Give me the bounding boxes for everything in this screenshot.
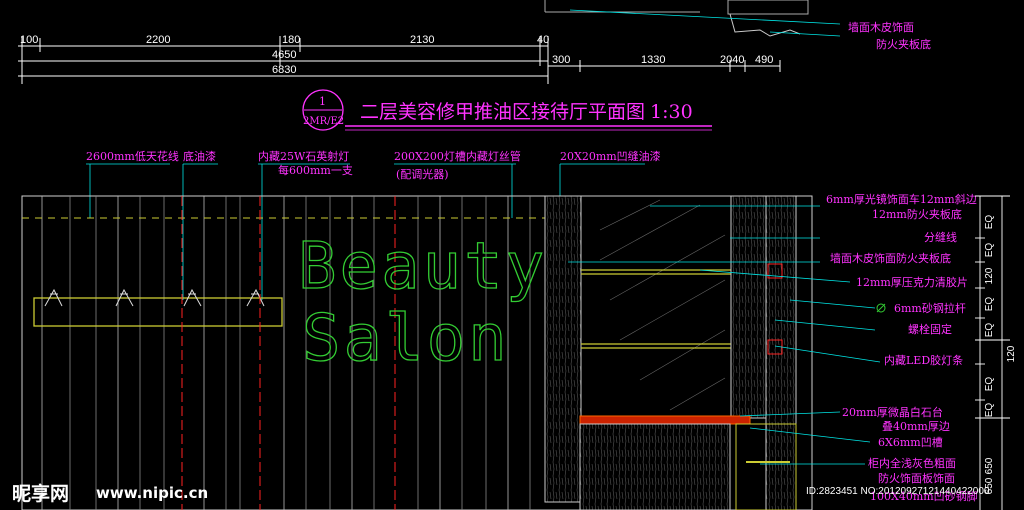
right-note-acrylic: 12mm厚压克力清胶片 <box>856 275 968 289</box>
vertical-dim-label: EQ <box>984 215 995 230</box>
vertical-dim-label: EQ <box>984 243 995 258</box>
right-note-cabinet: 柜内全浅灰色粗面 <box>868 456 956 470</box>
vertical-dim-label: 650 <box>984 457 995 474</box>
top-right-note-1: 墙面木皮饰面 <box>848 20 914 34</box>
title-badge-code: 2MR/E2 <box>303 116 344 127</box>
right-note-groove: 6X6mm凹槽 <box>878 436 943 449</box>
top-dim-100: 100 <box>20 34 38 46</box>
watermark-logo: 昵享网 <box>12 482 69 505</box>
vertical-dim-label: EQ <box>984 377 995 392</box>
right-dim-1330: 1330 <box>641 54 665 66</box>
light-bar <box>33 297 283 327</box>
watermark-id: ID:2823451 NO:20120927121440422000 <box>806 486 990 497</box>
stone-countertop <box>579 415 751 425</box>
note-base-paint: 底油漆 <box>183 149 216 163</box>
drawing-title: 二层美容修甲推油区接待厅平面图 <box>360 101 645 123</box>
cad-drawing: 墙面木皮饰面 防火夹板底 100 2200 180 2130 40 4650 6… <box>12 0 1017 510</box>
right-note-seam: 分缝线 <box>924 230 957 244</box>
right-dim-2040: 2040 <box>720 54 744 66</box>
right-note-edge: 叠40mm厚边 <box>882 420 950 433</box>
right-note-mirror: 6mm厚光镜饰面车12mm斜边 <box>826 192 977 206</box>
right-note-led: 内藏LED胶灯条 <box>884 353 963 367</box>
top-dimension-lines <box>18 36 781 84</box>
note-groove-paint: 20X20mm凹缝油漆 <box>560 149 661 163</box>
vertical-dim-label: 120 <box>1006 345 1017 362</box>
top-right-fragment <box>544 0 841 37</box>
watermark-url: www.nipic.cn <box>96 484 208 502</box>
vertical-dim-label: EQ <box>984 323 995 338</box>
note-ceiling-line: 2600mm低天花线 <box>86 149 179 163</box>
right-annotation-text: 6mm厚光镜饰面车12mm斜边 12mm防火夹板底 分缝线 墙面木皮饰面防火夹板… <box>826 192 978 503</box>
cabinet-base <box>579 423 731 510</box>
title-badge-number: 1 <box>319 95 326 108</box>
vertical-dimension-text: EQEQ120EQEQ120EQEQ650650 <box>984 215 1017 495</box>
vertical-dim-label: EQ <box>984 297 995 312</box>
vertical-dim-label: 120 <box>984 267 995 284</box>
glass-shelves <box>581 269 731 349</box>
top-dim-2200: 2200 <box>146 34 170 46</box>
right-dim-300: 300 <box>552 54 570 66</box>
top-dim-40: 40 <box>537 34 549 46</box>
drawing-scale: 1:30 <box>650 101 693 123</box>
top-dim-2130: 2130 <box>410 34 434 46</box>
right-note-bolt: 螺栓固定 <box>908 322 952 336</box>
note-dimmer: (配调光器) <box>396 167 449 181</box>
sign-salon: Salon <box>302 302 510 376</box>
right-note-veneer: 墙面木皮饰面防火夹板底 <box>830 251 951 265</box>
note-light-trough: 200X200灯槽内藏灯丝管 <box>394 149 521 163</box>
top-right-note-2: 防火夹板底 <box>876 37 931 51</box>
side-panel <box>730 195 767 419</box>
right-note-rod: 6mm砂钢拉杆 <box>894 301 966 315</box>
note-spotlight-spacing: 每600mm一支 <box>278 163 353 177</box>
right-note-plywood: 12mm防火夹板底 <box>872 207 962 221</box>
note-spotlight: 内藏25W石英射灯 <box>258 149 349 163</box>
right-note-board: 防火饰面板饰面 <box>878 471 955 485</box>
vertical-dim-label: EQ <box>984 403 995 418</box>
top-dim-180: 180 <box>282 34 300 46</box>
right-dim-490: 490 <box>755 54 773 66</box>
mirror-hatch <box>599 199 726 411</box>
top-total-6830: 6830 <box>272 64 296 76</box>
wood-column <box>544 195 582 503</box>
right-note-stone: 20mm厚微晶白石台 <box>842 405 943 419</box>
sign-beauty: Beauty <box>298 230 547 304</box>
top-total-4650: 4650 <box>272 49 296 61</box>
